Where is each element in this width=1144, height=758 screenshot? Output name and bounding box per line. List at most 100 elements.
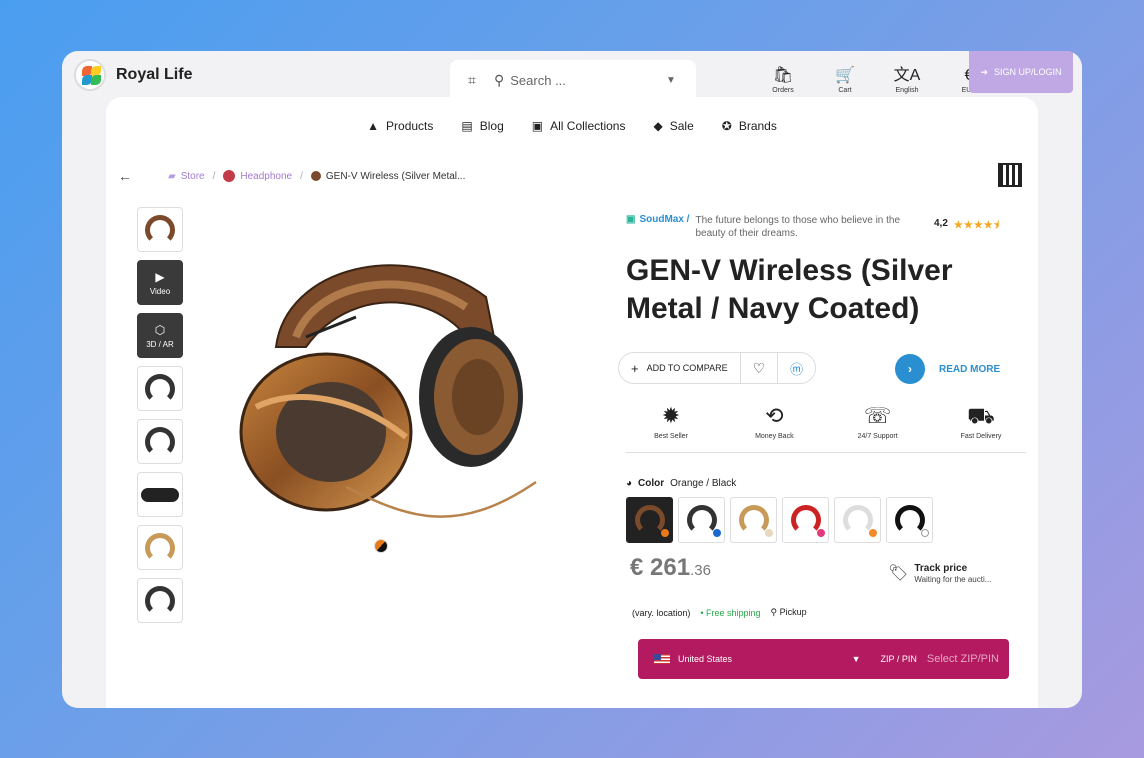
brand-name: Royal Life — [116, 66, 193, 83]
product-title: GEN-V Wireless (Silver Metal / Navy Coat… — [626, 254, 953, 325]
product-rating[interactable]: 4,2 ★★★★⯨ — [934, 218, 1000, 235]
translate-icon: 文A — [893, 67, 921, 84]
track-text: Track price Waiting for the aucti... — [914, 563, 991, 585]
search-bar[interactable]: ⌗ ⚲ Search ... ▼ — [450, 60, 696, 100]
blog-icon: ▤ — [461, 119, 473, 133]
color-indicator-dot[interactable] — [374, 539, 388, 553]
badge-support: ☏ 24/7 Support — [833, 399, 923, 440]
product-thumb-icon — [310, 171, 321, 181]
video-thumbnail[interactable]: ▶ Video — [137, 260, 183, 305]
app-window: Royal Life ⌗ ⚲ Search ... ▼ 🛍 Orders 🛒 C… — [62, 51, 1082, 708]
pickup-label: Pickup — [779, 607, 807, 617]
headphone-icon — [145, 373, 175, 404]
store-icon: ▣ — [626, 214, 636, 225]
headset-icon — [145, 426, 175, 457]
orders-button[interactable]: 🛍 Orders — [752, 65, 814, 94]
rating-stars-icon: ★★★★⯨ — [953, 220, 1001, 231]
chevron-right-icon: › — [895, 354, 925, 384]
badge-label: Fast Delivery — [960, 433, 1002, 440]
nav-brands[interactable]: ✪ Brands — [722, 119, 777, 133]
badge-best-seller: ✹ Best Seller — [626, 399, 716, 440]
breadcrumb: ← ▰ Store / Headphone / GEN-V Wireless (… — [118, 168, 465, 184]
thumbnail-item[interactable] — [137, 525, 183, 570]
brand-logo[interactable]: Royal Life — [74, 59, 192, 91]
swatch-blue[interactable] — [678, 497, 725, 543]
nav-products[interactable]: ▲ Products — [367, 119, 433, 133]
read-more-button[interactable]: › READ MORE — [895, 354, 1000, 384]
seller-link[interactable]: ▣ SoudMax / — [626, 214, 689, 225]
vary-location-text: (vary. location) — [632, 607, 691, 618]
country-select[interactable]: United States — [678, 654, 852, 664]
nav-label: Sale — [669, 119, 694, 133]
thumbnail-item[interactable] — [137, 419, 183, 464]
search-input[interactable]: Search ... — [510, 73, 666, 88]
bag-icon: 🛍 — [772, 67, 794, 84]
nav-sale[interactable]: ◆ Sale — [653, 119, 693, 133]
badge-label: Money Back — [755, 433, 794, 440]
breadcrumb-category[interactable]: Headphone — [223, 170, 292, 182]
swatch-white[interactable] — [834, 497, 881, 543]
main-content: ▲ Products ▤ Blog ▣ All Collections ◆ Sa… — [106, 97, 1038, 708]
track-title: Track price — [914, 563, 968, 574]
seller-info: ▣ SoudMax / The future belongs to those … — [626, 214, 910, 240]
cube-icon: ⬡ — [154, 322, 166, 337]
play-icon: ▶ — [155, 269, 165, 284]
star-circle-icon: ✪ — [721, 119, 732, 133]
shipping-info: (vary. location) • Free shipping ⚲ Picku… — [632, 607, 807, 618]
signup-login-button[interactable]: ➔ SIGN UP/LOGIN — [969, 51, 1073, 93]
thumbnail-list: ▶ Video ⬡ 3D / AR — [137, 207, 183, 631]
cart-button[interactable]: 🛒 Cart — [814, 65, 876, 94]
seller-tagline: The future belongs to those who believe … — [695, 215, 901, 239]
add-to-compare-button[interactable]: + ADD TO COMPARE — [619, 353, 741, 383]
headphone-icon — [790, 505, 821, 535]
back-arrow-icon[interactable]: ← — [118, 168, 132, 184]
product-actions: + ADD TO COMPARE ♡ ⓜ — [618, 352, 817, 384]
ar-label: 3D / AR — [146, 339, 174, 349]
swatch-black[interactable] — [886, 497, 933, 543]
headphone-icon — [894, 505, 925, 535]
login-icon: ➔ — [980, 66, 989, 77]
thumbnail-item[interactable] — [137, 472, 183, 517]
chevron-down-icon[interactable]: ▼ — [666, 75, 696, 86]
swatch-orange-black[interactable] — [626, 497, 673, 543]
thumbnail-item[interactable] — [137, 578, 183, 623]
us-flag-icon — [654, 654, 670, 664]
zip-input[interactable]: Select ZIP/PIN — [927, 653, 999, 665]
color-value: Orange / Black — [670, 478, 737, 489]
pickup-option[interactable]: ⚲ Pickup — [771, 607, 807, 618]
qr-code-icon[interactable] — [998, 163, 1022, 187]
collection-icon: ▣ — [531, 119, 544, 133]
compare-label: ADD TO COMPARE — [646, 363, 728, 373]
breadcrumb-current: GEN-V Wireless (Silver Metal... — [310, 170, 466, 182]
chevron-down-icon[interactable]: ▼ — [852, 654, 861, 664]
badge-label: Best Seller — [654, 433, 688, 440]
nav-collections[interactable]: ▣ All Collections — [532, 119, 626, 133]
breadcrumb-label: GEN-V Wireless (Silver Metal... — [325, 170, 466, 182]
product-price: € 261.36 — [630, 554, 711, 582]
video-label: Video — [149, 286, 171, 296]
headphone-icon — [738, 505, 769, 535]
color-label: Color — [638, 478, 665, 489]
wishlist-button[interactable]: ♡ — [741, 353, 779, 383]
headphone-icon — [145, 532, 175, 563]
store-icon: ▰ — [168, 170, 176, 182]
product-image[interactable] — [236, 237, 556, 527]
language-button[interactable]: 文A English — [876, 65, 938, 94]
thumbnail-item[interactable] — [137, 366, 183, 411]
thumbnail-item[interactable] — [137, 207, 183, 252]
ar-thumbnail[interactable]: ⬡ 3D / AR — [137, 313, 183, 358]
headphone-icon — [686, 505, 717, 535]
top-actions: 🛍 Orders 🛒 Cart 文A English € EUR — [752, 65, 1000, 94]
badge-fast-delivery: ⛟ Fast Delivery — [936, 399, 1026, 440]
breadcrumb-store[interactable]: ▰ Store — [168, 171, 205, 182]
breadcrumb-separator: / — [212, 170, 216, 182]
support-icon: ☏ — [863, 403, 892, 428]
track-price-button[interactable]: 🏷 Track price Waiting for the aucti... — [888, 563, 991, 585]
breadcrumb-separator: / — [300, 170, 303, 182]
messenger-button[interactable]: ⓜ — [778, 353, 815, 383]
swatch-cream[interactable] — [730, 497, 777, 543]
nav-blog[interactable]: ▤ Blog — [461, 119, 503, 133]
swatch-red[interactable] — [782, 497, 829, 543]
barcode-scan-icon[interactable]: ⌗ — [450, 72, 494, 89]
track-subtitle: Waiting for the aucti... — [914, 575, 992, 584]
